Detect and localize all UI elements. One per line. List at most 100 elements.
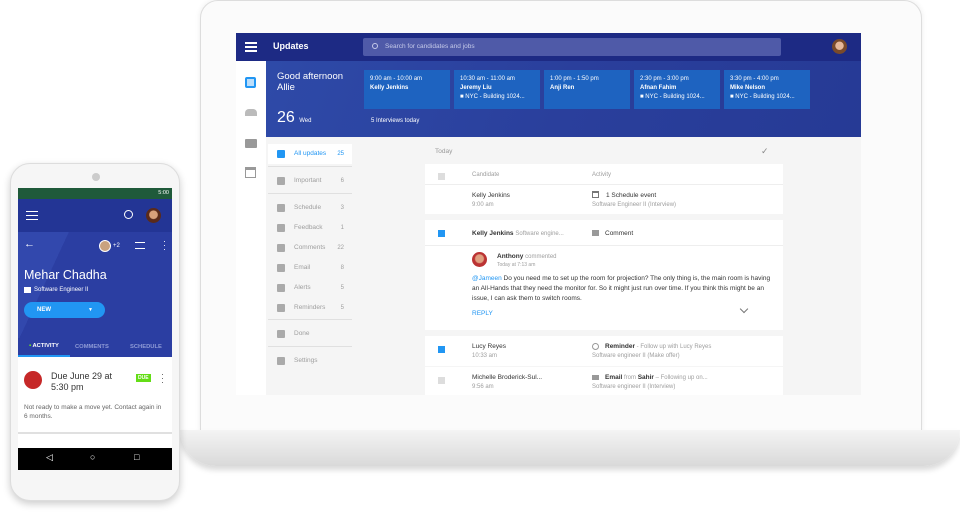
briefcase-icon[interactable]	[245, 139, 257, 148]
comment-update-card[interactable]: Kelly Jenkins Software engine... Comment…	[425, 220, 783, 330]
inbox-icon	[277, 150, 285, 158]
interview-card[interactable]: 9:00 am - 10:00 am Kelly Jenkins	[364, 70, 450, 109]
back-icon[interactable]: ◁	[46, 452, 53, 463]
filter-settings-icon[interactable]	[135, 242, 145, 249]
calendar-icon[interactable]	[245, 167, 256, 178]
search-icon[interactable]	[124, 210, 133, 219]
activity-detail: Software engineer II (Make offer)	[592, 353, 680, 359]
nav-item-schedule[interactable]: Schedule 3	[268, 198, 352, 218]
interview-time: 2:30 pm - 3:00 pm	[640, 76, 689, 82]
activity-label: Email from Sahir – Following up on...	[605, 374, 708, 381]
reminder-update-card[interactable]: Lucy Reyes 10:33 am Reminder - Follow up…	[425, 336, 783, 366]
search-input[interactable]: Search for candidates and jobs	[363, 38, 781, 56]
nav-count: 6	[340, 178, 344, 184]
email-update-card[interactable]: Michelle Broderick-Sul... 9:56 am Email …	[425, 367, 783, 395]
nav-item-reminders[interactable]: Reminders 5	[268, 298, 352, 318]
commenter-avatar	[472, 252, 487, 267]
interview-card[interactable]: 1:00 pm - 1:50 pm Anji Ren	[544, 70, 630, 109]
nav-label: All updates	[294, 150, 327, 157]
divider	[268, 346, 352, 347]
divider	[268, 319, 352, 320]
nav-label: Email	[294, 264, 311, 271]
flag-icon[interactable]	[438, 377, 445, 384]
comment-time: Today at 7:13 am	[497, 262, 536, 268]
status-dropdown[interactable]: NEW ▼	[24, 302, 105, 318]
mark-all-done-icon[interactable]: ✓	[761, 146, 769, 157]
nav-count: 25	[337, 151, 344, 157]
flag-icon[interactable]	[438, 173, 445, 180]
phone-app-bar	[18, 199, 172, 232]
reply-button[interactable]: REPLY	[472, 310, 493, 317]
nav-item-all-updates[interactable]: All updates 25	[268, 144, 352, 164]
menu-icon[interactable]	[26, 211, 38, 220]
nav-label: Settings	[294, 357, 318, 364]
nav-item-important[interactable]: Important 6	[268, 171, 352, 191]
nav-count: 5	[340, 305, 344, 311]
comment-icon	[592, 230, 599, 236]
divider	[268, 166, 352, 167]
flag-icon[interactable]	[438, 230, 445, 237]
interview-time: 9:00 am - 10:00 am	[370, 76, 423, 82]
interview-card[interactable]: 3:30 pm - 4:00 pm Mike Nelson ■ NYC - Buil…	[724, 70, 810, 109]
nav-label: Important	[294, 177, 322, 184]
nav-item-settings[interactable]: Settings	[268, 351, 352, 371]
nav-item-feedback[interactable]: Feedback 1	[268, 218, 352, 238]
divider	[268, 193, 352, 194]
page-title: Updates	[273, 41, 309, 51]
alarm-icon	[277, 304, 285, 312]
recents-icon[interactable]: □	[134, 452, 139, 462]
nav-count: 1	[340, 225, 344, 231]
more-vert-icon[interactable]: · · ·	[161, 370, 164, 387]
comment-icon	[277, 244, 285, 252]
candidate-header: ← +2 · · · Mehar Chadha Software Engineer …	[18, 232, 172, 338]
schedule-update-card[interactable]: Candidate Activity Kelly Jenkins 9:00 am…	[425, 164, 783, 214]
nav-count: 22	[337, 245, 344, 251]
gear-icon	[277, 357, 285, 365]
tab-bar: • ACTIVITY COMMENTS SCHEDULE	[18, 338, 172, 357]
nav-item-comments[interactable]: Comments 22	[268, 238, 352, 258]
plus-minus-icon	[277, 224, 285, 232]
nav-item-alerts[interactable]: Alerts 5	[268, 278, 352, 298]
activity-label: Reminder - Follow up with Lucy Reyes	[605, 343, 712, 350]
interview-candidate: Anji Ren	[550, 85, 575, 91]
due-title: Due June 29 at 5:30 pm	[51, 371, 113, 392]
back-arrow-icon[interactable]: ←	[24, 238, 35, 250]
inbox-icon[interactable]	[245, 77, 256, 88]
status-bar: 5:00	[18, 188, 172, 199]
comment-author: Anthony commented	[497, 253, 557, 260]
nav-label: Feedback	[294, 224, 323, 231]
candidate-name[interactable]: Michelle Broderick-Sul...	[472, 374, 542, 381]
home-icon[interactable]: ○	[90, 452, 95, 462]
tab-schedule[interactable]: SCHEDULE	[130, 344, 162, 350]
participant-avatar[interactable]	[99, 240, 111, 252]
nav-label: Alerts	[294, 284, 311, 291]
interview-card[interactable]: 2:30 pm - 3:00 pm Afnan Fahim ■ NYC - Buil…	[634, 70, 720, 109]
interview-candidate: Kelly Jenkins	[370, 85, 409, 91]
alarm-icon	[592, 343, 599, 350]
people-icon[interactable]	[245, 109, 257, 116]
avatar[interactable]	[146, 208, 161, 223]
flag-icon[interactable]	[438, 346, 445, 353]
top-app-bar: Updates Search for candidates and jobs	[236, 33, 861, 61]
interview-location: ■ NYC - Building 1024...	[730, 94, 795, 100]
chevron-down-icon[interactable]	[739, 304, 749, 314]
interview-card[interactable]: 10:30 am - 11:00 am Jeremy Liu ■ NYC - Bui…	[454, 70, 540, 109]
nav-count: 3	[340, 205, 344, 211]
more-vert-icon[interactable]: · · ·	[163, 237, 166, 254]
due-card[interactable]: Due June 29 at 5:30 pm DUE · · · Not ready…	[18, 362, 172, 434]
candidate-header: Kelly Jenkins Software engine...	[472, 230, 564, 237]
candidate-role: Software Engineer II	[34, 287, 89, 293]
email-icon	[592, 375, 599, 380]
candidate-name[interactable]: Kelly Jenkins	[472, 192, 510, 199]
tab-activity[interactable]: • ACTIVITY	[18, 338, 70, 357]
menu-icon[interactable]	[245, 42, 257, 52]
bell-icon	[277, 284, 285, 292]
tab-comments[interactable]: COMMENTS	[75, 344, 109, 350]
avatar[interactable]	[832, 39, 847, 54]
date: 26 Wed	[277, 109, 312, 126]
nav-count: 8	[340, 265, 344, 271]
nav-label: Schedule	[294, 204, 322, 211]
nav-item-email[interactable]: Email 8	[268, 258, 352, 278]
nav-item-done[interactable]: Done	[268, 324, 352, 344]
candidate-name[interactable]: Lucy Reyes	[472, 343, 506, 350]
